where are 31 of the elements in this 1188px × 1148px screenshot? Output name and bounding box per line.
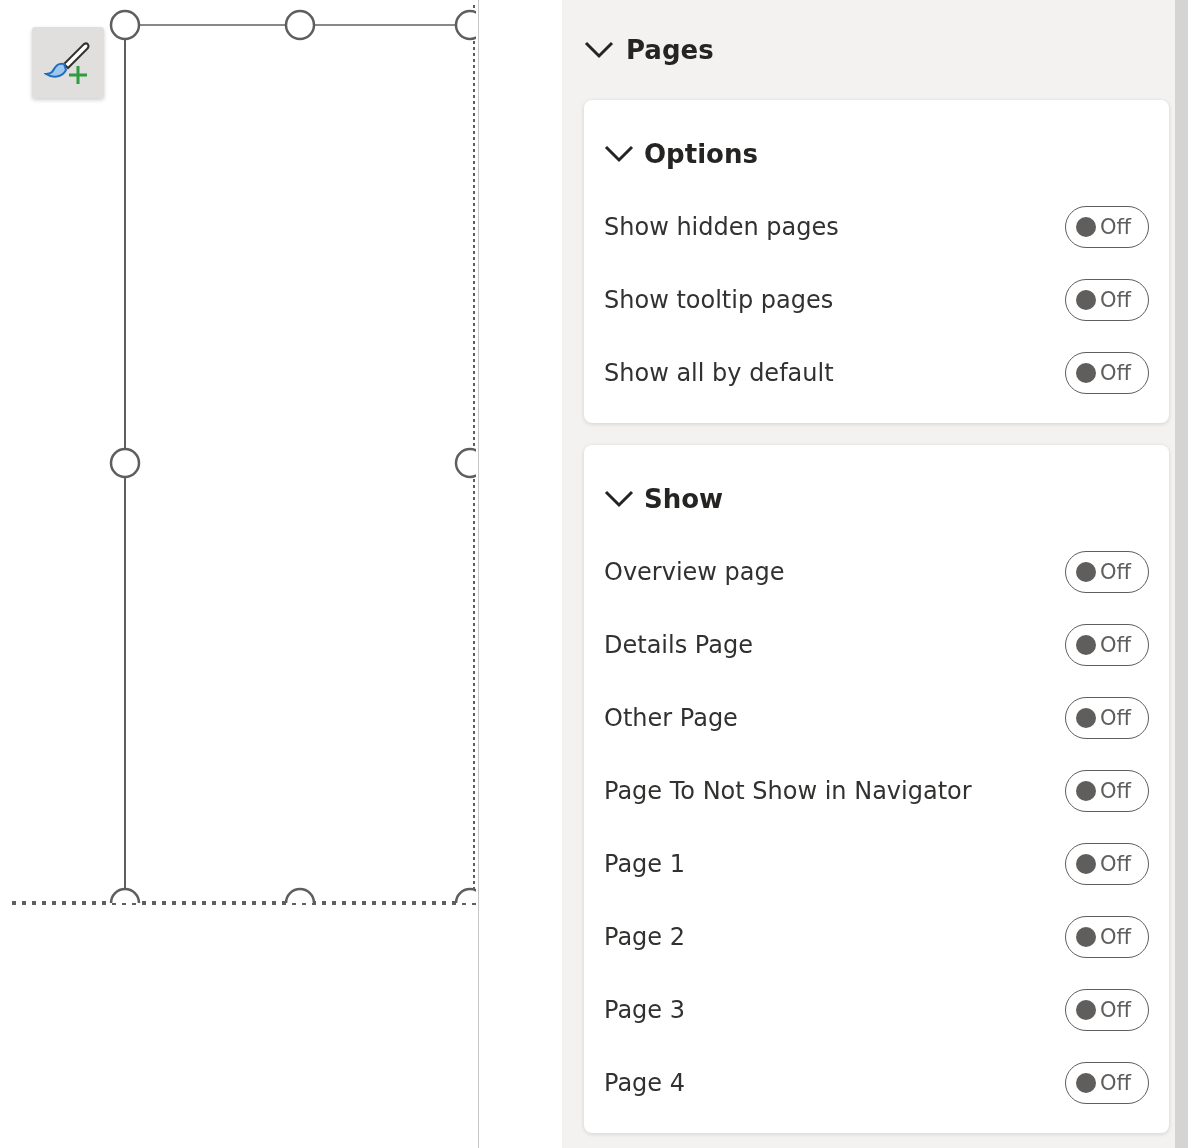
- chevron-icon: [604, 145, 634, 163]
- toggle-switch[interactable]: Off: [1065, 769, 1149, 812]
- option-label: Show all by default: [604, 358, 834, 387]
- option-label: Page 4: [604, 1068, 685, 1097]
- option-label: Page To Not Show in Navigator: [604, 776, 972, 805]
- chevron-icon: [604, 490, 634, 508]
- toggle-switch[interactable]: Off: [1065, 623, 1149, 666]
- toggle-switch[interactable]: Off: [1065, 278, 1149, 321]
- option-label: Page 2: [604, 922, 685, 951]
- scrollbar[interactable]: [1175, 0, 1188, 1148]
- toggle-switch[interactable]: Off: [1065, 842, 1149, 885]
- option-label: Page 3: [604, 995, 685, 1024]
- toggle-switch[interactable]: Off: [1065, 988, 1149, 1031]
- option-label: Show tooltip pages: [604, 285, 834, 314]
- option-label: Other Page: [604, 703, 738, 732]
- toggle-switch[interactable]: Off: [1065, 351, 1149, 394]
- option-label: Overview page: [604, 557, 785, 586]
- option-label: Show hidden pages: [604, 212, 839, 241]
- option-label: Details Page: [604, 630, 753, 659]
- toggle-switch[interactable]: Off: [1065, 915, 1149, 958]
- toggle-switch[interactable]: Off: [1065, 550, 1149, 593]
- toggle-switch[interactable]: Off: [1065, 205, 1149, 248]
- pages-section-header[interactable]: Pages: [584, 22, 714, 78]
- toggle-switch[interactable]: Off: [1065, 1061, 1149, 1104]
- chevron-icon: [584, 41, 614, 59]
- section-header[interactable]: Show: [604, 473, 724, 525]
- format-painter-button[interactable]: [32, 27, 104, 98]
- section-header[interactable]: Options: [604, 128, 758, 180]
- toggle-switch[interactable]: Off: [1065, 696, 1149, 739]
- paintbrush-plus-icon: [44, 39, 92, 86]
- option-label: Page 1: [604, 849, 685, 878]
